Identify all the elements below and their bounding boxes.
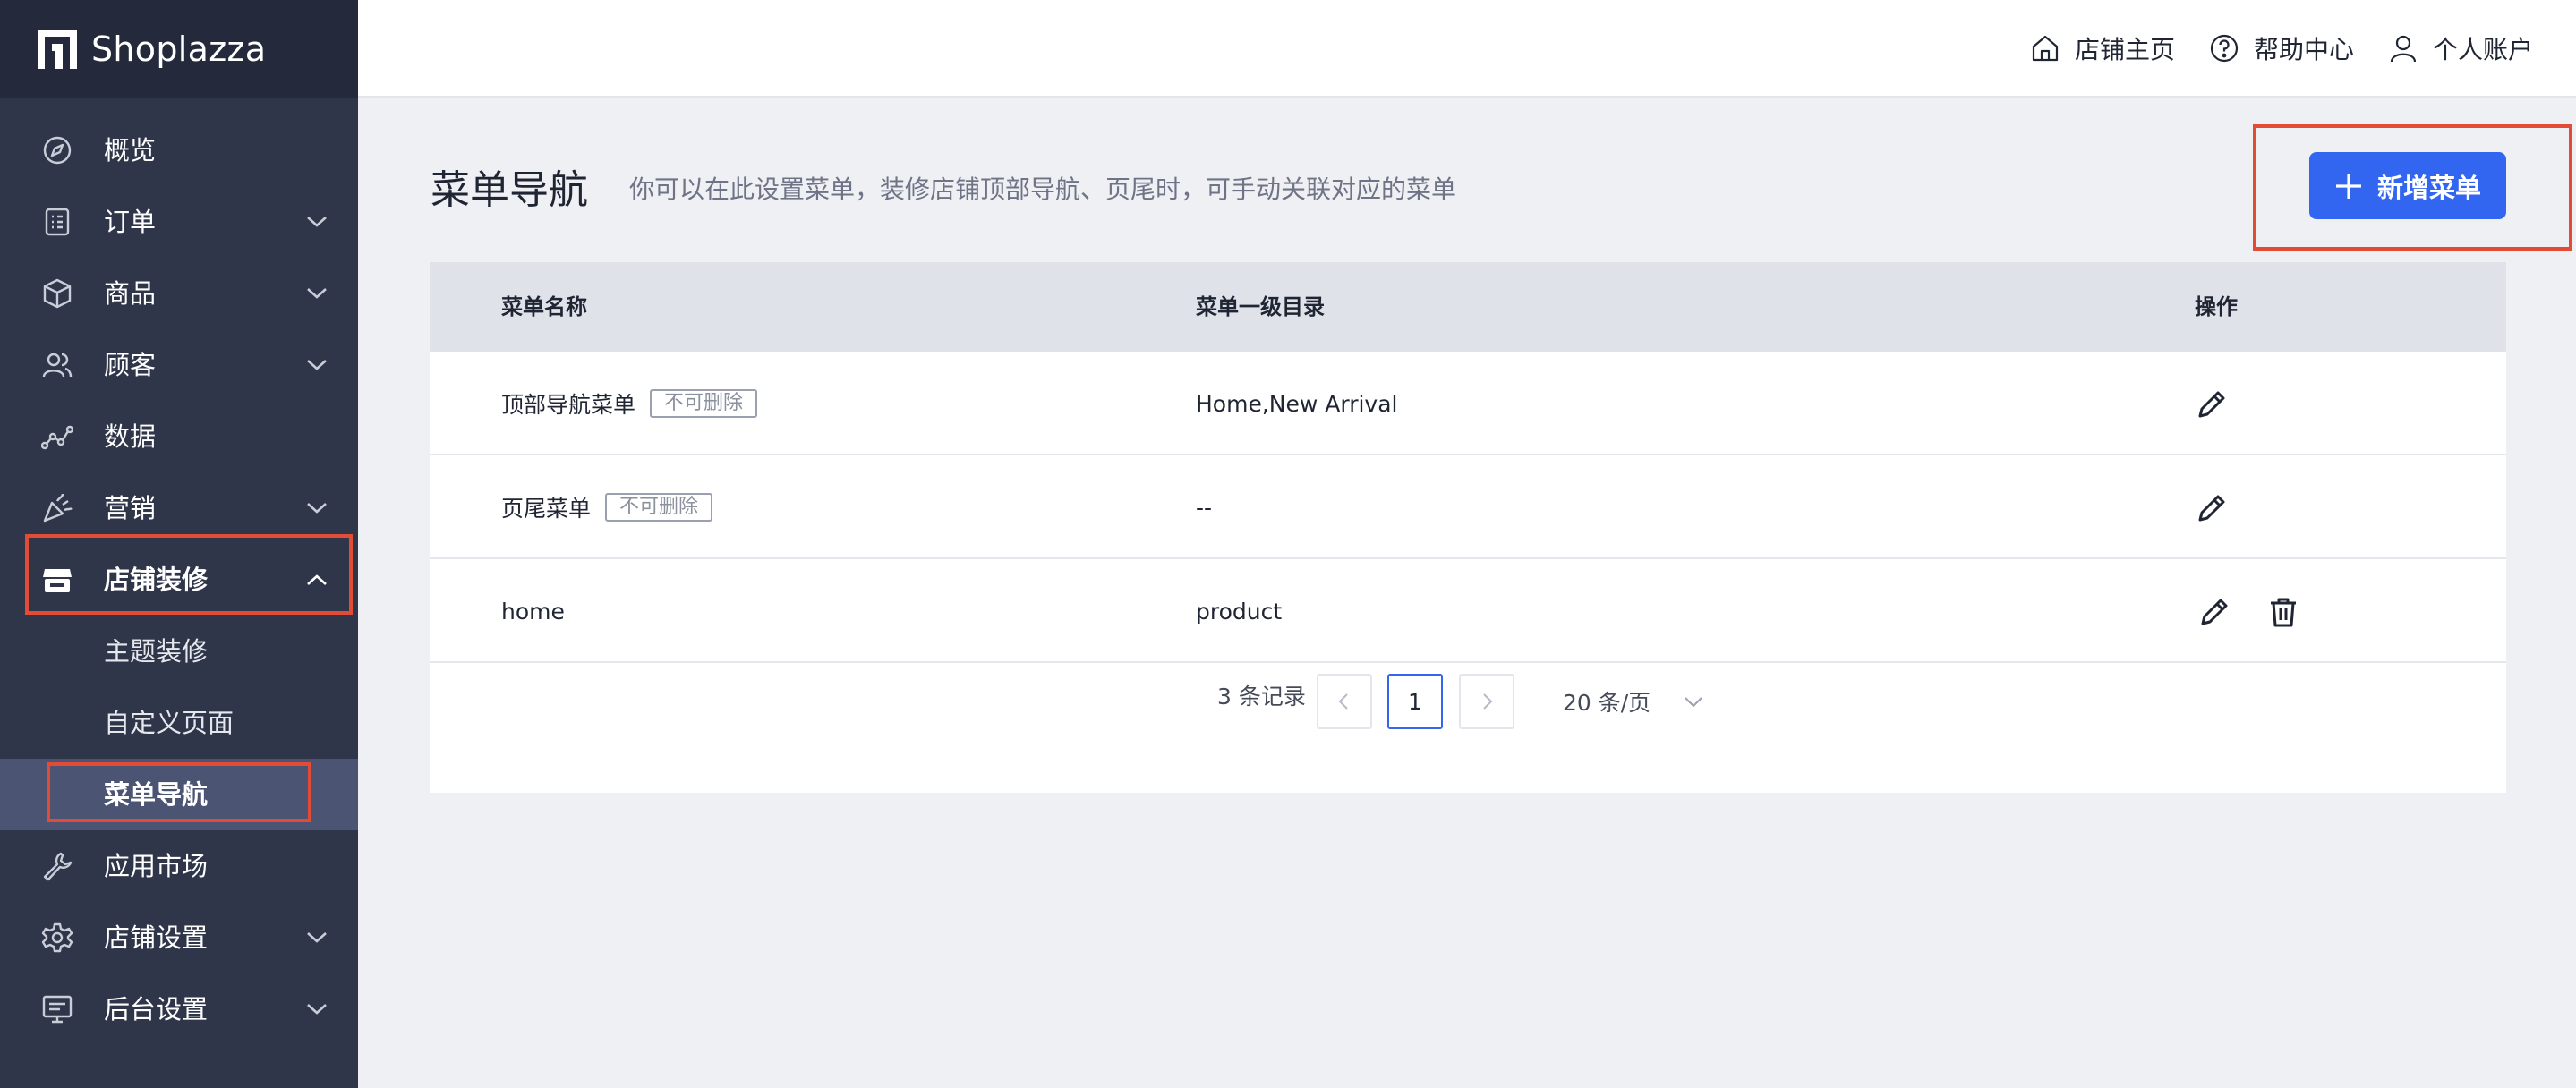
- plus-icon: [2335, 173, 2361, 199]
- total-records: 3 条记录: [1217, 684, 1306, 710]
- page-number-button[interactable]: 1: [1387, 674, 1443, 729]
- analytics-icon: [41, 425, 73, 450]
- home-icon: [2032, 35, 2059, 62]
- menu-name: 页尾菜单: [501, 496, 592, 522]
- marketing-icon: [43, 493, 73, 523]
- sidebar-item-orders[interactable]: 订单: [0, 186, 358, 258]
- product-box-icon: [43, 278, 72, 309]
- sidebar-item-customers[interactable]: 顾客: [0, 329, 358, 401]
- chevron-down-icon: [307, 288, 327, 299]
- sidebar-subitem-menu-navigation[interactable]: 菜单导航: [0, 759, 358, 830]
- column-header-actions: 操作: [2195, 294, 2238, 319]
- table-row: 顶部导航菜单 不可删除 Home,New Arrival: [430, 352, 2506, 455]
- sidebar-item-label: 后台设置: [104, 994, 209, 1024]
- sidebar-item-label: 店铺装修: [104, 565, 209, 595]
- column-header-directory: 菜单一级目录: [1196, 294, 1325, 319]
- wrench-icon: [43, 852, 73, 881]
- compass-icon: [43, 136, 72, 165]
- gear-icon: [41, 922, 73, 953]
- brand-header[interactable]: Shoplazza: [0, 0, 358, 98]
- chevron-down-icon: [1685, 697, 1702, 708]
- undeletable-tag: 不可删除: [605, 493, 713, 522]
- brand-name: Shoplazza: [91, 29, 267, 69]
- add-menu-button[interactable]: 新增菜单: [2309, 152, 2506, 219]
- sidebar-item-label: 营销: [104, 493, 157, 523]
- chevron-down-icon: [307, 1004, 327, 1015]
- prev-page-button[interactable]: [1317, 674, 1372, 729]
- sidebar-item-admin-settings[interactable]: 后台设置: [0, 973, 358, 1045]
- menu-name: home: [501, 598, 565, 625]
- storefront-icon: [43, 569, 72, 592]
- monitor-icon: [42, 995, 73, 1024]
- menu-name: 顶部导航菜单: [501, 392, 636, 418]
- page-title: 菜单导航: [431, 167, 588, 213]
- sidebar-item-products[interactable]: 商品: [0, 258, 358, 329]
- sidebar-item-overview[interactable]: 概览: [0, 115, 358, 186]
- help-circle-icon: [2210, 34, 2239, 63]
- store-home-link[interactable]: 店铺主页: [2030, 23, 2175, 73]
- table-row: 页尾菜单 不可删除 --: [430, 455, 2506, 559]
- sidebar-item-label: 顾客: [104, 350, 157, 380]
- chevron-down-icon: [307, 360, 327, 370]
- chevron-up-icon: [307, 574, 327, 585]
- chevron-down-icon: [307, 217, 327, 227]
- sidebar-item-label: 数据: [104, 421, 157, 452]
- undeletable-tag: 不可删除: [650, 389, 758, 418]
- column-header-name: 菜单名称: [501, 294, 587, 319]
- user-icon: [2390, 35, 2417, 63]
- sidebar-item-marketing[interactable]: 营销: [0, 472, 358, 544]
- help-center-label: 帮助中心: [2254, 35, 2355, 64]
- store-home-label: 店铺主页: [2075, 35, 2176, 64]
- sidebar-item-label: 商品: [104, 278, 157, 309]
- sidebar: Shoplazza 概览 订单 商品 顾客 数据 营销 店铺装修 主题装修 自定…: [0, 0, 358, 1088]
- menu-directory: product: [1196, 598, 1283, 625]
- sidebar-item-label: 订单: [104, 207, 157, 237]
- chevron-down-icon: [307, 503, 327, 514]
- sidebar-item-label: 店铺设置: [104, 922, 209, 953]
- menu-directory: --: [1196, 494, 1213, 521]
- edit-pencil-icon[interactable]: [2195, 491, 2229, 525]
- next-page-button[interactable]: [1459, 674, 1514, 729]
- sidebar-item-store-settings[interactable]: 店铺设置: [0, 902, 358, 973]
- sidebar-item-label: 概览: [104, 135, 157, 166]
- order-list-icon: [45, 208, 70, 236]
- chevron-down-icon: [307, 932, 327, 943]
- sidebar-subitem-custom-pages[interactable]: 自定义页面: [0, 687, 358, 759]
- edit-pencil-icon[interactable]: [2195, 387, 2229, 421]
- sidebar-subitem-label: 菜单导航: [104, 779, 209, 810]
- sidebar-item-analytics[interactable]: 数据: [0, 401, 358, 472]
- top-bar: 店铺主页 帮助中心 个人账户: [358, 0, 2576, 98]
- page-size-value: 20 条/页: [1563, 690, 1651, 716]
- add-menu-button-label: 新增菜单: [2376, 172, 2481, 203]
- trash-icon[interactable]: [2266, 595, 2300, 629]
- shoplazza-logo-icon: [38, 29, 77, 69]
- table-row: home product: [430, 559, 2506, 663]
- sidebar-subitem-label: 主题装修: [104, 636, 209, 667]
- sidebar-subitem-label: 自定义页面: [104, 708, 235, 738]
- edit-pencil-icon[interactable]: [2197, 595, 2231, 629]
- help-center-link[interactable]: 帮助中心: [2209, 23, 2354, 73]
- pagination: 3 条记录 1 20 条/页: [430, 652, 2506, 742]
- sidebar-item-app-market[interactable]: 应用市场: [0, 830, 358, 902]
- chevron-left-icon: [1338, 693, 1348, 710]
- page-size-select[interactable]: 20 条/页: [1563, 674, 1715, 729]
- sidebar-item-label: 应用市场: [104, 851, 209, 881]
- chevron-right-icon: [1483, 693, 1493, 710]
- menu-directory: Home,New Arrival: [1196, 390, 1398, 417]
- sidebar-subitem-theme-design[interactable]: 主题装修: [0, 616, 358, 687]
- page-description: 你可以在此设置菜单，装修店铺顶部导航、页尾时，可手动关联对应的菜单: [629, 174, 1457, 204]
- account-link[interactable]: 个人账户: [2388, 23, 2533, 73]
- table-header: 菜单名称 菜单一级目录 操作: [430, 262, 2506, 352]
- customers-icon: [42, 353, 73, 378]
- menu-table: 菜单名称 菜单一级目录 操作 顶部导航菜单 不可删除 Home,New Arri…: [430, 262, 2506, 793]
- account-label: 个人账户: [2433, 35, 2534, 64]
- sidebar-item-store-design[interactable]: 店铺装修: [0, 544, 358, 616]
